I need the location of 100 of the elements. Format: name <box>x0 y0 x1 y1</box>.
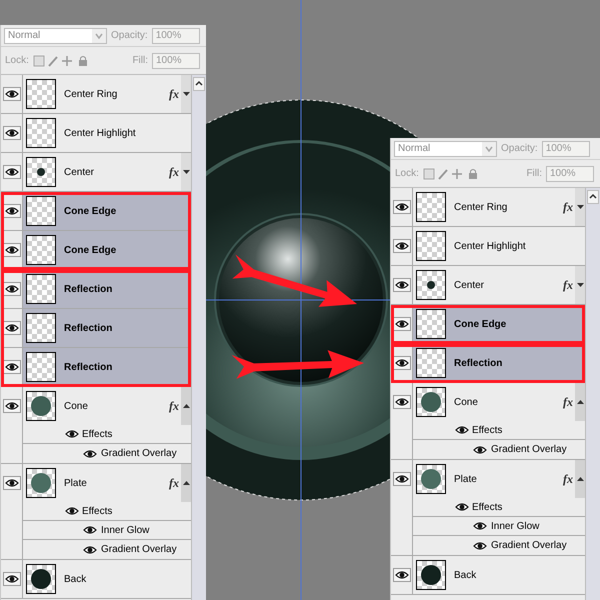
eye-icon[interactable] <box>4 245 18 255</box>
eye-icon[interactable] <box>83 448 97 458</box>
eye-icon[interactable] <box>473 521 487 531</box>
effect-name[interactable]: Gradient Overlay <box>491 538 567 553</box>
eye-icon[interactable] <box>394 241 408 251</box>
layer-thumbnail <box>26 352 56 382</box>
eye-icon[interactable] <box>4 284 18 294</box>
expand-toggle[interactable] <box>181 75 191 113</box>
expand-toggle[interactable] <box>575 383 585 421</box>
eye-icon[interactable] <box>4 323 18 333</box>
effect-name[interactable]: Gradient Overlay <box>491 442 567 457</box>
eye-icon[interactable] <box>394 319 408 329</box>
eye-icon[interactable] <box>455 502 469 512</box>
caret-icon <box>576 400 584 404</box>
fx-label: fx <box>563 394 573 411</box>
expand-toggle[interactable] <box>181 153 191 191</box>
layer-name: Cone <box>454 396 479 410</box>
expand-toggle[interactable] <box>575 266 585 304</box>
eye-icon[interactable] <box>4 478 18 488</box>
layer-thumbnail <box>26 79 56 109</box>
fill-label: Fill: <box>132 54 148 68</box>
lock-label: Lock: <box>395 167 419 181</box>
eye-icon[interactable] <box>4 89 18 99</box>
layer-name: Reflection <box>64 360 114 374</box>
layer-row[interactable]: Cone fx <box>23 387 191 425</box>
caret-icon <box>182 481 190 485</box>
eye-icon[interactable] <box>473 444 487 454</box>
layer-name: Plate <box>454 472 478 486</box>
eye-icon[interactable] <box>394 474 408 484</box>
expand-toggle[interactable] <box>575 188 585 226</box>
layer-row[interactable]: Reflection <box>23 309 191 347</box>
layer-thumbnail <box>416 231 446 261</box>
layer-name: Cone Edge <box>64 244 118 258</box>
caret-icon <box>182 404 190 408</box>
eye-icon[interactable] <box>4 206 18 216</box>
dropdown-caret-icon <box>92 28 106 42</box>
layer-row[interactable]: Reflection <box>23 270 191 308</box>
effect-name[interactable]: Inner Glow <box>101 522 150 538</box>
scrollbar[interactable] <box>585 188 600 600</box>
layer-name: Reflection <box>64 282 114 296</box>
layer-thumbnail <box>416 192 446 222</box>
layer-row[interactable]: Reflection <box>23 348 191 386</box>
eye-icon[interactable] <box>394 570 408 580</box>
effects-label: Effects <box>472 500 502 514</box>
eye-icon[interactable] <box>394 202 408 212</box>
layer-thumbnail <box>26 118 56 148</box>
layer-row[interactable]: Plate fx <box>413 460 585 498</box>
effect-name[interactable]: Inner Glow <box>491 518 540 534</box>
effect-name[interactable]: Gradient Overlay <box>101 542 177 557</box>
eye-icon[interactable] <box>65 429 79 439</box>
scroll-up-icon[interactable] <box>193 77 205 91</box>
caret-icon <box>576 205 584 209</box>
caret-icon <box>182 92 190 96</box>
eye-icon[interactable] <box>4 128 18 138</box>
layer-row[interactable]: Center fx <box>23 153 191 191</box>
dropdown-caret-icon <box>482 142 496 156</box>
fx-label: fx <box>563 199 573 216</box>
eye-icon[interactable] <box>4 362 18 372</box>
eye-icon[interactable] <box>4 401 18 411</box>
eye-icon[interactable] <box>4 574 18 584</box>
expand-toggle[interactable] <box>181 464 191 502</box>
layer-name: Cone Edge <box>454 318 508 332</box>
expand-toggle[interactable] <box>181 387 191 425</box>
eye-icon[interactable] <box>394 358 408 368</box>
blend-mode-dropdown[interactable]: Normal <box>4 28 107 44</box>
eye-icon[interactable] <box>4 167 18 177</box>
opacity-label: Opacity: <box>111 29 148 43</box>
layer-row[interactable]: Cone Edge <box>23 192 191 230</box>
layer-thumbnail <box>26 274 56 304</box>
layer-row[interactable]: Center Ring fx <box>23 75 191 113</box>
fill-label: Fill: <box>526 167 542 181</box>
layer-name: Cone <box>64 400 89 414</box>
layer-name: Center <box>454 278 486 292</box>
eye-icon[interactable] <box>473 540 487 550</box>
scroll-up-icon[interactable] <box>587 190 599 204</box>
blend-mode-dropdown[interactable]: Normal <box>394 140 497 156</box>
layer-row[interactable]: Center fx <box>413 266 585 304</box>
layer-row[interactable]: Cone Edge <box>23 231 191 269</box>
caret-icon <box>576 477 584 481</box>
eye-icon[interactable] <box>455 425 469 435</box>
layer-row[interactable]: Plate fx <box>23 464 191 502</box>
effect-name[interactable]: Gradient Overlay <box>101 446 177 461</box>
layer-thumbnail <box>416 348 446 378</box>
layer-row[interactable]: Center Ring fx <box>413 188 585 226</box>
eye-icon[interactable] <box>83 544 97 554</box>
effects-label: Effects <box>472 424 502 438</box>
caret-icon <box>182 170 190 174</box>
eye-icon[interactable] <box>65 506 79 516</box>
scrollbar[interactable] <box>191 75 206 600</box>
layer-thumbnail <box>26 196 56 226</box>
eye-icon[interactable] <box>394 280 408 290</box>
layer-row[interactable]: Cone fx <box>413 383 585 421</box>
expand-toggle[interactable] <box>575 460 585 498</box>
fx-label: fx <box>169 164 179 181</box>
eye-icon[interactable] <box>83 525 97 535</box>
eye-icon[interactable] <box>394 397 408 407</box>
layer-name: Center <box>64 166 96 180</box>
opacity-label: Opacity: <box>501 142 538 156</box>
layer-thumbnail <box>416 309 446 339</box>
fx-label: fx <box>169 86 179 103</box>
